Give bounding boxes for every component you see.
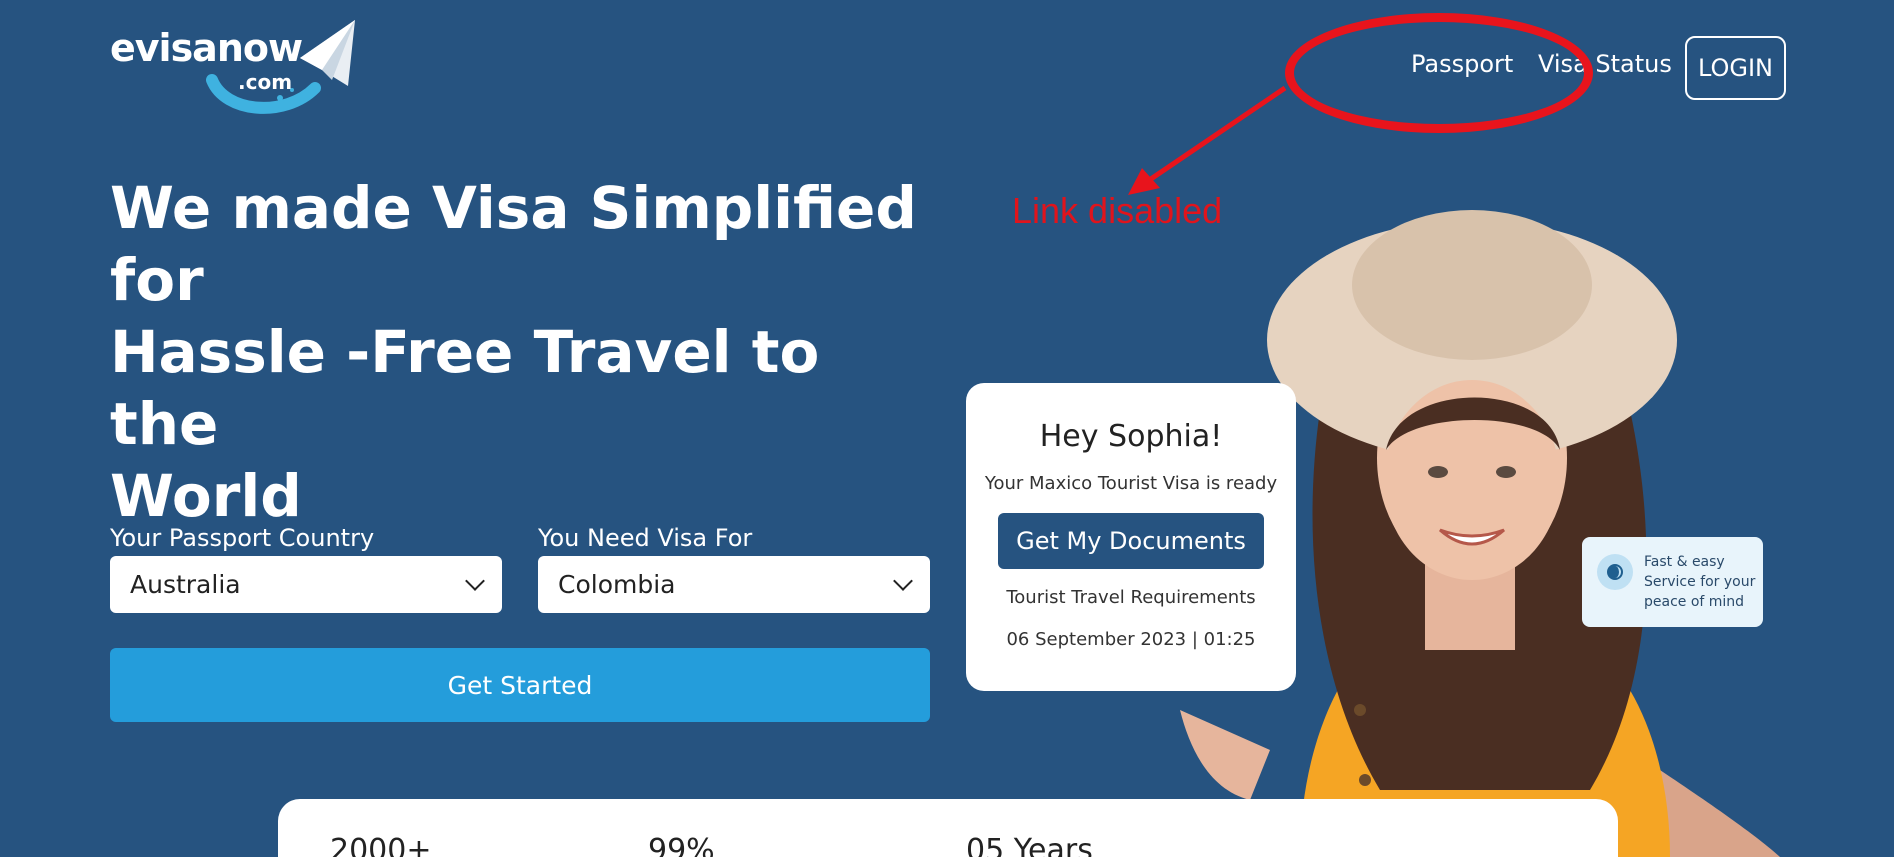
headline-line: World <box>110 462 302 530</box>
annotation-circle <box>1285 13 1593 133</box>
fast-easy-line: Fast & easy <box>1644 554 1725 570</box>
stats-card: 2000+ 99% 05 Years <box>278 799 1618 857</box>
get-documents-button[interactable]: Get My Documents <box>998 513 1264 569</box>
passport-country-label: Your Passport Country <box>110 524 375 552</box>
login-button[interactable]: LOGIN <box>1685 36 1786 100</box>
passport-country-value: Australia <box>130 570 241 599</box>
logo-sub-text: .com <box>238 70 293 94</box>
chevron-down-icon <box>893 570 913 591</box>
clock-icon <box>1597 554 1633 590</box>
site-logo[interactable]: evisanow .com <box>110 18 360 118</box>
fast-easy-badge: Fast & easy Service for your peace of mi… <box>1582 537 1763 627</box>
logo-text: evisanow <box>110 26 303 70</box>
stat-value: 05 Years <box>966 833 1093 857</box>
visa-ready-card: Hey Sophia! Your Maxico Tourist Visa is … <box>966 383 1296 691</box>
visa-for-label: You Need Visa For <box>538 524 753 552</box>
fast-easy-text: Fast & easy Service for your peace of mi… <box>1644 552 1762 612</box>
card-timestamp: 06 September 2023 | 01:25 <box>1006 629 1256 650</box>
headline-line: Hassle -Free Travel to the <box>110 318 820 458</box>
visa-for-select[interactable]: Colombia <box>538 556 930 613</box>
get-started-button[interactable]: Get Started <box>110 648 930 722</box>
hero-headline: We made Visa Simplified for Hassle -Free… <box>110 172 930 532</box>
stat-value: 99% <box>648 833 715 857</box>
card-status-text: Your Maxico Tourist Visa is ready <box>984 473 1278 494</box>
visa-for-value: Colombia <box>558 570 676 599</box>
fast-easy-line: Service for your <box>1644 574 1756 590</box>
headline-line: We made Visa Simplified <box>110 174 917 242</box>
stat-value: 2000+ <box>330 833 432 857</box>
passport-country-select[interactable]: Australia <box>110 556 502 613</box>
chevron-down-icon <box>465 570 485 591</box>
annotation-arrow-icon <box>1128 85 1287 195</box>
fast-easy-line: peace of mind <box>1644 594 1745 610</box>
card-greeting: Hey Sophia! <box>1039 419 1223 454</box>
headline-line: for <box>110 246 204 314</box>
card-requirements-text: Tourist Travel Requirements <box>1006 587 1256 608</box>
